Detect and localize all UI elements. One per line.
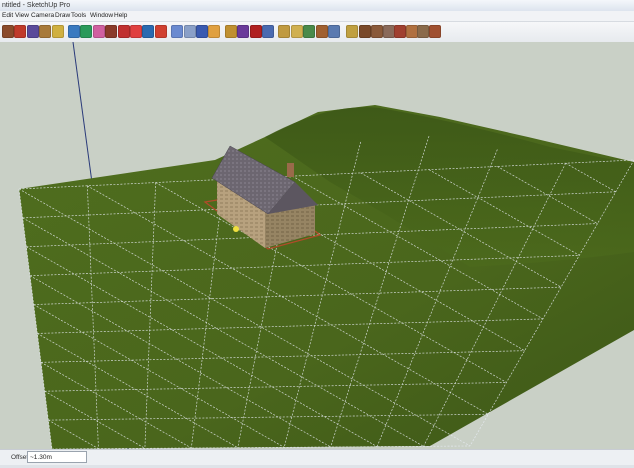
select-tool-icon[interactable] xyxy=(2,25,14,38)
protractor-icon[interactable] xyxy=(183,25,196,38)
tape-measure-icon[interactable] xyxy=(171,25,184,38)
menu-window[interactable]: Window xyxy=(90,11,113,21)
iso-view-icon[interactable] xyxy=(382,25,395,38)
polygon-icon[interactable] xyxy=(68,25,80,38)
arc-icon[interactable] xyxy=(51,25,64,38)
scale-figure-icon xyxy=(233,226,239,232)
sketchup-window: ntitled - SketchUp Pro Edit View Camera … xyxy=(0,0,634,468)
window-title: ntitled - SketchUp Pro xyxy=(2,2,71,9)
position-camera-icon[interactable] xyxy=(328,25,340,38)
paint-bucket-icon[interactable] xyxy=(224,25,237,38)
text-icon[interactable] xyxy=(208,25,221,38)
status-bar: Offset ~1.30m xyxy=(0,449,634,468)
menu-draw[interactable]: Draw xyxy=(55,11,70,21)
menu-view[interactable]: View xyxy=(15,11,29,21)
menu-edit[interactable]: Edit xyxy=(2,11,13,21)
back-view-icon[interactable] xyxy=(428,25,441,38)
circle-icon[interactable] xyxy=(39,25,52,38)
dimensions-icon[interactable] xyxy=(358,25,371,38)
rotate-icon[interactable] xyxy=(130,25,142,38)
scale-icon[interactable] xyxy=(142,25,155,38)
modeling-viewport[interactable] xyxy=(0,42,634,449)
top-view-icon[interactable] xyxy=(394,25,407,38)
eraser-icon[interactable] xyxy=(92,25,105,38)
right-view-icon[interactable] xyxy=(417,25,430,38)
scene-canvas xyxy=(18,42,634,449)
offset-value-input[interactable]: ~1.30m xyxy=(27,451,87,463)
house-chimney xyxy=(287,163,294,177)
offset-icon[interactable] xyxy=(154,25,167,38)
zoom-icon[interactable] xyxy=(262,25,274,38)
push-pull-icon[interactable] xyxy=(105,25,118,38)
look-around-icon[interactable] xyxy=(315,25,328,38)
front-view-icon[interactable] xyxy=(405,25,418,38)
walk-icon[interactable] xyxy=(303,25,316,38)
pan-icon[interactable] xyxy=(249,25,262,38)
freehand-icon[interactable] xyxy=(80,25,93,38)
offset-label: Offset xyxy=(11,454,29,461)
move-icon[interactable] xyxy=(117,25,130,38)
zoom-extents-icon[interactable] xyxy=(290,25,303,38)
menu-help[interactable]: Help xyxy=(114,11,127,21)
main-toolbar xyxy=(0,22,634,43)
section-plane-icon[interactable] xyxy=(346,25,359,38)
menu-tools[interactable]: Tools xyxy=(71,11,86,21)
component-icon[interactable] xyxy=(371,25,384,38)
pencil-line-icon[interactable] xyxy=(14,25,27,38)
axes-icon[interactable] xyxy=(196,25,208,38)
orbit-icon[interactable] xyxy=(237,25,250,38)
menu-camera[interactable]: Camera xyxy=(31,11,54,21)
zoom-window-icon[interactable] xyxy=(278,25,291,38)
rectangle-icon[interactable] xyxy=(26,25,39,38)
menu-bar: Edit View Camera Draw Tools Window Help xyxy=(0,11,634,22)
